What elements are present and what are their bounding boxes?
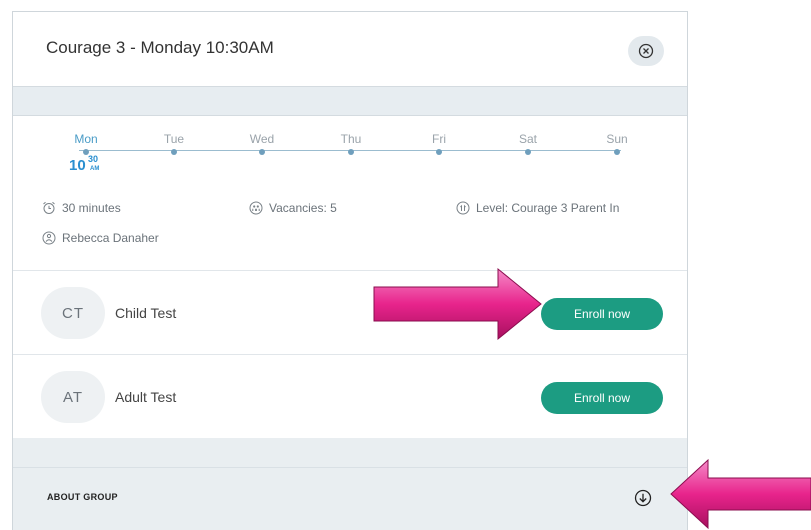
level-info: Level: Courage 3 Parent In: [456, 201, 619, 215]
about-group-section[interactable]: ABOUT GROUP: [13, 467, 687, 530]
enroll-now-button[interactable]: Enroll now: [541, 382, 663, 414]
time-hour: 10: [69, 157, 86, 174]
day-sat[interactable]: Sat: [498, 132, 558, 155]
day-dot: [348, 149, 354, 155]
participant-row: AT Adult Test Enroll now: [13, 355, 687, 438]
day-dot: [614, 149, 620, 155]
avatar: AT: [41, 371, 105, 423]
page-title: Courage 3 - Monday 10:30AM: [46, 38, 274, 57]
avatar: CT: [41, 287, 105, 339]
panel-header: Courage 3 - Monday 10:30AM: [13, 12, 687, 86]
people-icon: [249, 201, 263, 215]
day-thu[interactable]: Thu: [321, 132, 381, 155]
vacancies-info: Vacancies: 5: [249, 201, 337, 215]
expand-toggle[interactable]: [633, 488, 653, 508]
time-minute: 30: [88, 154, 99, 164]
annotation-arrow-right-icon: [373, 267, 542, 341]
day-dot: [525, 149, 531, 155]
instructor-icon: [42, 231, 56, 245]
participant-name: Child Test: [115, 305, 177, 321]
day-tue[interactable]: Tue: [144, 132, 204, 155]
day-dot: [436, 149, 442, 155]
day-wed[interactable]: Wed: [232, 132, 292, 155]
participant-name: Adult Test: [115, 389, 177, 405]
arrow-down-circle-icon: [634, 489, 652, 507]
day-fri[interactable]: Fri: [409, 132, 469, 155]
class-details-panel: Courage 3 - Monday 10:30AM Mon Tue Wed T…: [12, 11, 688, 530]
instructor-info: Rebecca Danaher: [42, 231, 159, 245]
participant-row: CT Child Test Enroll now: [13, 271, 687, 354]
time-ampm: AM: [90, 166, 100, 172]
day-sun[interactable]: Sun: [587, 132, 647, 155]
about-group-label: ABOUT GROUP: [47, 492, 118, 502]
day-mon[interactable]: Mon: [56, 132, 116, 155]
day-dot: [259, 149, 265, 155]
level-icon: [456, 201, 470, 215]
alarm-clock-icon: [43, 201, 55, 214]
close-icon: [638, 43, 654, 59]
enroll-now-button[interactable]: Enroll now: [541, 298, 663, 330]
close-button[interactable]: [628, 36, 664, 66]
day-selector: Mon Tue Wed Thu Fri Sat Sun: [13, 116, 687, 176]
day-dot: [171, 149, 177, 155]
header-band: [13, 86, 687, 116]
duration-info: 30 minutes: [42, 201, 121, 215]
annotation-arrow-left-icon: [670, 458, 811, 530]
